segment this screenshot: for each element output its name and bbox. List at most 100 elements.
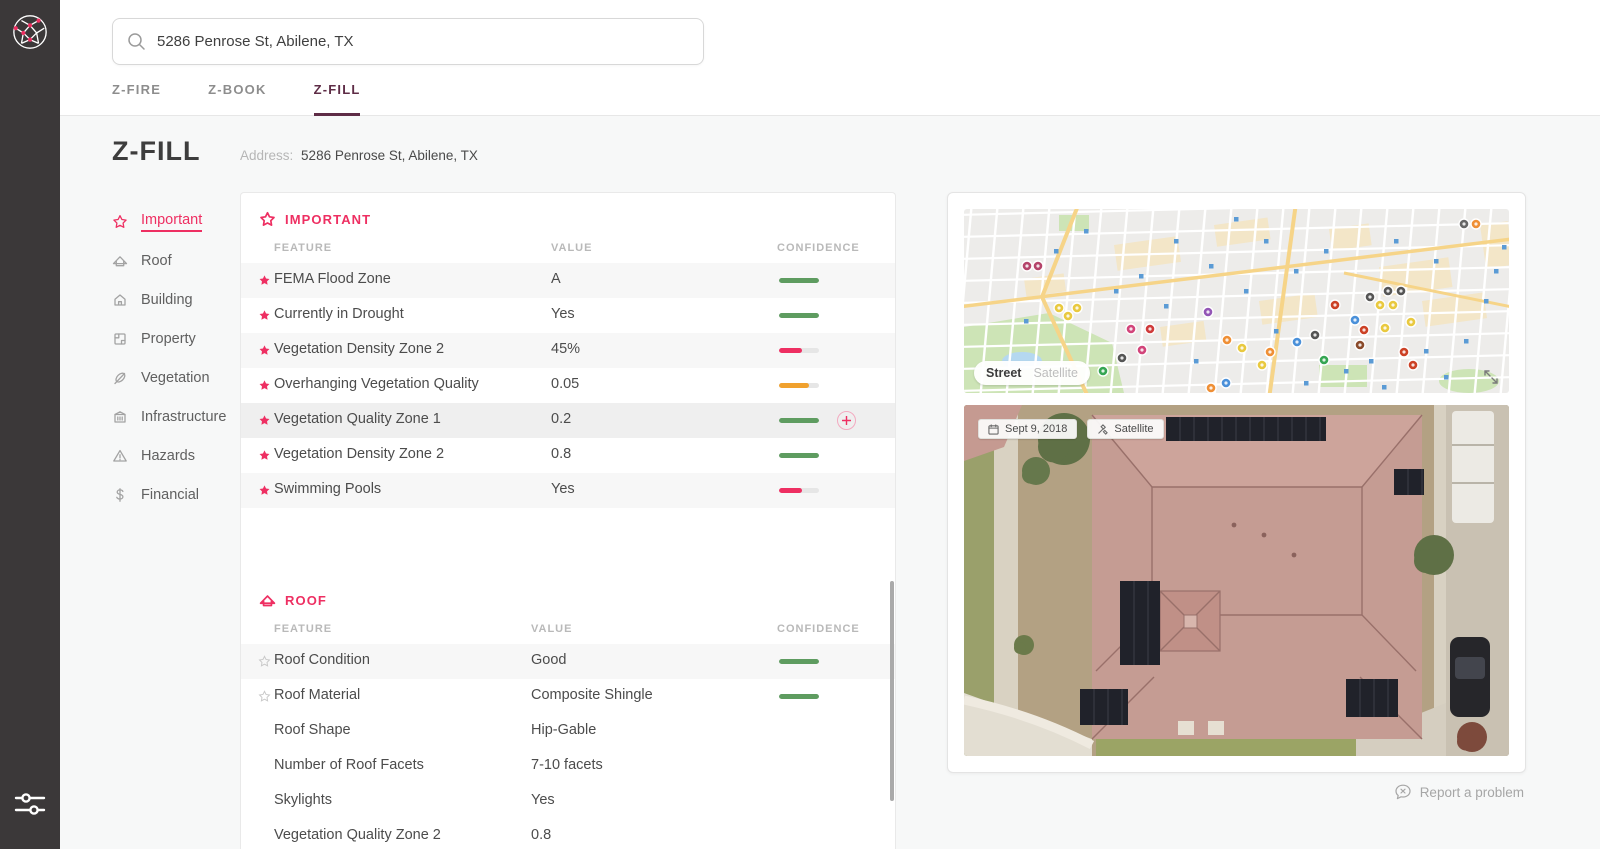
table-row[interactable]: Skylights Yes <box>241 784 895 819</box>
section-header: IMPORTANT <box>259 207 895 231</box>
table-row[interactable]: Vegetation Quality Zone 1 0.2 <box>241 403 895 438</box>
confidence-bar <box>779 418 819 423</box>
address-label: Address: <box>240 148 294 163</box>
roof-icon <box>259 592 276 609</box>
table-row[interactable]: FEMA Flood Zone A <box>241 263 895 298</box>
confidence-bar <box>779 694 819 699</box>
table-row[interactable]: Number of Roof Facets 7-10 facets <box>241 749 895 784</box>
column-header: FEATURE <box>274 242 333 254</box>
confidence-bar <box>779 348 819 353</box>
feature-value: Yes <box>551 481 575 497</box>
table-row[interactable]: Vegetation Density Zone 2 0.8 <box>241 438 895 473</box>
section-roof: ROOF FEATURE VALUE CONFIDENCE Roof Condition… <box>241 574 895 849</box>
satellite-icon <box>1097 423 1109 435</box>
feature-value: Yes <box>551 306 575 322</box>
feature-name: Currently in Drought <box>274 306 404 322</box>
table-row[interactable]: Vegetation Density Zone 2 45% <box>241 333 895 368</box>
feature-value: 0.8 <box>531 827 552 843</box>
table-row[interactable]: Swimming Pools Yes <box>241 473 895 508</box>
building-icon <box>112 292 128 308</box>
table-row[interactable]: Overhanging Vegetation Quality 0.05 <box>241 368 895 403</box>
tab-z-fill[interactable]: Z-FILL <box>313 82 361 116</box>
hazards-icon <box>112 448 128 464</box>
imagery-type-badge: Satellite <box>1087 419 1164 439</box>
feature-name: Skylights <box>274 792 333 808</box>
feature-name: Vegetation Density Zone 2 <box>274 446 445 462</box>
toggle-street[interactable]: Street <box>986 366 1021 380</box>
sidebar-item-label: Vegetation <box>141 369 210 386</box>
sidebar-item-infrastructure[interactable]: Infrastructure <box>112 397 242 436</box>
star-icon <box>258 449 271 462</box>
table-scrollbar <box>890 193 895 849</box>
app-rail <box>0 0 60 849</box>
feature-table-card: IMPORTANT FEATURE VALUE CONFIDENCE FEMA Floo… <box>240 192 896 849</box>
sidebar-item-label: Building <box>141 291 193 308</box>
sidebar-item-label: Roof <box>141 252 172 269</box>
capture-date-badge: Sept 9, 2018 <box>978 419 1078 439</box>
satellite-view[interactable]: Sept 9, 2018 Satellite <box>964 405 1509 756</box>
feature-name: Roof Shape <box>274 722 351 738</box>
top-header: Z-FIRE Z-BOOK Z-FILL <box>60 0 1600 116</box>
section-title: IMPORTANT <box>285 211 372 227</box>
confidence-bar <box>779 488 819 493</box>
sidebar-item-hazards[interactable]: Hazards <box>112 436 242 475</box>
address-search <box>112 18 704 65</box>
feature-name: FEMA Flood Zone <box>274 271 391 287</box>
feature-value: Yes <box>531 792 555 808</box>
tab-z-fire[interactable]: Z-FIRE <box>112 82 161 116</box>
vegetation-icon <box>112 370 128 386</box>
sidebar-item-property[interactable]: Property <box>112 319 242 358</box>
table-row[interactable]: Vegetation Quality Zone 2 0.8 <box>241 819 895 849</box>
sidebar-item-roof[interactable]: Roof <box>112 241 242 280</box>
sidebar-item-label: Important <box>141 212 203 232</box>
table-row[interactable]: Roof Shape Hip-Gable <box>241 714 895 749</box>
add-feature-button[interactable] <box>837 411 856 430</box>
zesty-logo-icon[interactable] <box>11 13 49 51</box>
sections-container: IMPORTANT FEATURE VALUE CONFIDENCE FEMA Floo… <box>241 193 895 849</box>
sidebar-item-building[interactable]: Building <box>112 280 242 319</box>
table-row[interactable]: Roof Material Composite Shingle <box>241 679 895 714</box>
sidebar-item-label: Property <box>141 330 196 347</box>
confidence-bar <box>779 453 819 458</box>
report-problem-link[interactable]: Report a problem <box>1394 783 1524 801</box>
property-icon <box>112 331 128 347</box>
section-header: ROOF <box>259 588 895 612</box>
table-row[interactable]: Roof Condition Good <box>241 644 895 679</box>
feature-value: A <box>551 271 561 287</box>
confidence-bar <box>779 313 819 318</box>
expand-map-icon[interactable] <box>1483 369 1499 385</box>
feature-name: Swimming Pools <box>274 481 382 497</box>
feature-value: 0.2 <box>551 411 572 427</box>
feature-value: Composite Shingle <box>531 687 653 703</box>
sidebar-item-important[interactable]: Important <box>112 202 242 241</box>
sidebar-item-financial[interactable]: Financial <box>112 475 242 514</box>
search-input[interactable] <box>155 20 689 63</box>
star-icon <box>112 214 128 230</box>
satellite-badges: Sept 9, 2018 Satellite <box>978 419 1164 439</box>
column-header: VALUE <box>551 242 593 254</box>
scrollbar-thumb[interactable] <box>890 581 894 801</box>
calendar-icon <box>988 423 999 435</box>
star-icon <box>258 690 271 703</box>
sidebar-item-vegetation[interactable]: Vegetation <box>112 358 242 397</box>
star-icon <box>258 344 271 357</box>
street-map[interactable]: Street Satellite <box>964 209 1509 393</box>
app-window: Z-FIREZ-BOOKZ-FILL Z-FILL Address: 5286 … <box>0 0 1600 849</box>
sidebar-item-label: Financial <box>141 486 200 503</box>
star-icon <box>258 274 271 287</box>
feature-value: 0.05 <box>551 376 580 392</box>
tab-z-book[interactable]: Z-BOOK <box>208 82 266 116</box>
feature-name: Roof Condition <box>274 652 370 668</box>
sidebar-item-label: Hazards <box>141 447 195 464</box>
table-row[interactable]: Currently in Drought Yes <box>241 298 895 333</box>
settings-tune-icon[interactable] <box>14 789 46 819</box>
column-header: VALUE <box>531 623 573 635</box>
feature-name: Vegetation Quality Zone 1 <box>274 411 441 427</box>
star-icon <box>258 414 271 427</box>
map-type-toggle: Street Satellite <box>974 361 1090 385</box>
toggle-satellite[interactable]: Satellite <box>1033 366 1077 380</box>
feature-value: Hip-Gable <box>531 722 597 738</box>
feature-name: Vegetation Quality Zone 2 <box>274 827 441 843</box>
star-icon <box>258 655 271 668</box>
search-icon <box>127 32 146 51</box>
